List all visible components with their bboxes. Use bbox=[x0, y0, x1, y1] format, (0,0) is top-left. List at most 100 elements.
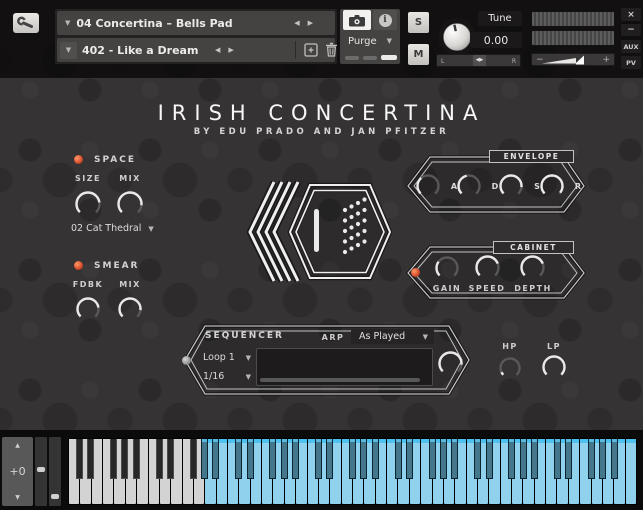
envelope-attack-knob[interactable]: A bbox=[415, 173, 441, 199]
cabinet-gain-knob[interactable] bbox=[434, 255, 460, 281]
envelope-release-knob[interactable]: R bbox=[539, 173, 565, 199]
scrollbar-handle[interactable] bbox=[51, 494, 59, 499]
trash-icon[interactable] bbox=[325, 42, 338, 57]
indicator-bar bbox=[381, 55, 397, 60]
key-black[interactable] bbox=[520, 439, 527, 479]
save-snapshot-icon[interactable] bbox=[304, 43, 318, 57]
instrument-dropdown-icon[interactable]: ▼ bbox=[65, 19, 70, 27]
key-black[interactable] bbox=[156, 439, 163, 479]
key-black[interactable] bbox=[349, 439, 356, 479]
cabinet-speed-label: SPEED bbox=[467, 284, 507, 293]
cabinet-speed-knob[interactable] bbox=[474, 254, 501, 281]
key-black[interactable] bbox=[269, 439, 276, 479]
key-black[interactable] bbox=[474, 439, 481, 479]
piano-keyboard[interactable] bbox=[68, 438, 637, 505]
key-black[interactable] bbox=[599, 439, 606, 479]
tune-value[interactable]: 0.00 bbox=[470, 32, 522, 48]
key-black[interactable] bbox=[190, 439, 197, 479]
key-black[interactable] bbox=[87, 439, 94, 479]
sequencer-led[interactable] bbox=[182, 356, 191, 365]
edit-wrench-button[interactable] bbox=[13, 13, 39, 33]
minimize-button[interactable]: − bbox=[621, 24, 641, 36]
key-black[interactable] bbox=[121, 439, 128, 479]
info-tab[interactable]: i bbox=[373, 10, 397, 30]
key-black[interactable] bbox=[292, 439, 299, 479]
pan-slider[interactable]: L R ◀▶ bbox=[436, 54, 521, 67]
sequencer-scrollbar[interactable] bbox=[260, 378, 420, 382]
key-black[interactable] bbox=[429, 439, 436, 479]
octave-shift-control: ▲ +0 ▼ bbox=[2, 437, 33, 506]
instrument-header-row[interactable]: ▼ 04 Concertina – Bells Pad ◀▶ bbox=[57, 11, 335, 35]
key-black[interactable] bbox=[440, 439, 447, 479]
aux-button[interactable]: AUX bbox=[621, 40, 641, 53]
keyboard-scrollbar-vertical[interactable] bbox=[35, 437, 47, 506]
key-black[interactable] bbox=[212, 439, 219, 479]
octave-down-icon[interactable]: ▼ bbox=[15, 494, 20, 501]
key-black[interactable] bbox=[110, 439, 117, 479]
smear-fdbk-knob[interactable] bbox=[75, 296, 101, 322]
key-black[interactable] bbox=[315, 439, 322, 479]
key-white[interactable] bbox=[626, 439, 636, 504]
key-black[interactable] bbox=[167, 439, 174, 479]
cabinet-gain-label: GAIN bbox=[429, 284, 465, 293]
smear-mix-knob[interactable] bbox=[117, 296, 143, 322]
pan-handle[interactable]: ◀▶ bbox=[473, 55, 486, 66]
solo-button[interactable]: S bbox=[408, 12, 429, 33]
space-label: SPACE bbox=[94, 155, 136, 165]
rate-dropdown[interactable]: 1/16 ▼ bbox=[203, 371, 251, 382]
knob-arc-icon bbox=[539, 173, 565, 199]
key-black[interactable] bbox=[508, 439, 515, 479]
keyboard-scrollbar-vertical-2[interactable] bbox=[49, 437, 61, 506]
key-black[interactable] bbox=[326, 439, 333, 479]
key-black[interactable] bbox=[133, 439, 140, 479]
mute-button[interactable]: M bbox=[408, 44, 429, 65]
snapshot-nav-arrows[interactable]: ◀▶ bbox=[215, 46, 242, 54]
space-led[interactable] bbox=[74, 155, 83, 164]
key-black[interactable] bbox=[247, 439, 254, 479]
key-black[interactable] bbox=[554, 439, 561, 479]
envelope-decay-knob[interactable]: D bbox=[456, 173, 482, 199]
space-preset-dropdown[interactable]: 02 Cat Thedral ▼ bbox=[71, 223, 154, 234]
space-size-knob[interactable] bbox=[74, 190, 102, 218]
arp-mode-dropdown[interactable]: As Played ▼ bbox=[351, 329, 434, 344]
key-black[interactable] bbox=[395, 439, 402, 479]
space-mix-knob[interactable] bbox=[116, 190, 144, 218]
key-black[interactable] bbox=[565, 439, 572, 479]
header-utility-box: i Purge ▼ bbox=[340, 9, 400, 64]
key-black[interactable] bbox=[611, 439, 618, 479]
cabinet-led[interactable] bbox=[411, 268, 420, 277]
key-black[interactable] bbox=[531, 439, 538, 479]
instrument-nav-arrows[interactable]: ◀▶ bbox=[294, 19, 321, 27]
sequencer-amount-knob[interactable] bbox=[437, 350, 464, 377]
purge-dropdown[interactable]: Purge ▼ bbox=[340, 33, 400, 49]
space-mix-label: MIX bbox=[112, 174, 148, 183]
key-black[interactable] bbox=[588, 439, 595, 479]
key-black[interactable] bbox=[372, 439, 379, 479]
scrollbar-handle[interactable] bbox=[37, 467, 45, 472]
knob-arc-icon bbox=[415, 173, 441, 199]
key-black[interactable] bbox=[76, 439, 83, 479]
key-black[interactable] bbox=[486, 439, 493, 479]
key-black[interactable] bbox=[451, 439, 458, 479]
volume-wedge-icon bbox=[532, 54, 614, 65]
octave-up-icon[interactable]: ▲ bbox=[15, 442, 20, 449]
key-black[interactable] bbox=[406, 439, 413, 479]
key-black[interactable] bbox=[201, 439, 208, 479]
snapshot-header-row[interactable]: ▼ 402 - Like a Dream ◀▶ bbox=[57, 38, 335, 62]
snapshot-dropdown-icon[interactable]: ▼ bbox=[60, 42, 77, 59]
snapshot-view-tab[interactable] bbox=[343, 10, 371, 30]
lp-filter-knob[interactable] bbox=[541, 354, 567, 380]
close-button[interactable]: × bbox=[621, 8, 641, 21]
envelope-sustain-knob[interactable]: S bbox=[498, 173, 524, 199]
volume-slider[interactable]: − + bbox=[531, 53, 615, 66]
smear-led[interactable] bbox=[74, 261, 83, 270]
hp-filter-knob[interactable] bbox=[498, 356, 522, 380]
key-black[interactable] bbox=[281, 439, 288, 479]
loop-dropdown[interactable]: Loop 1 ▼ bbox=[203, 352, 251, 363]
key-black[interactable] bbox=[360, 439, 367, 479]
knob-arc-icon bbox=[519, 254, 546, 281]
key-black[interactable] bbox=[235, 439, 242, 479]
sequencer-step-display[interactable] bbox=[256, 348, 433, 386]
cabinet-depth-knob[interactable] bbox=[519, 254, 546, 281]
pv-button[interactable]: PV bbox=[621, 56, 641, 69]
